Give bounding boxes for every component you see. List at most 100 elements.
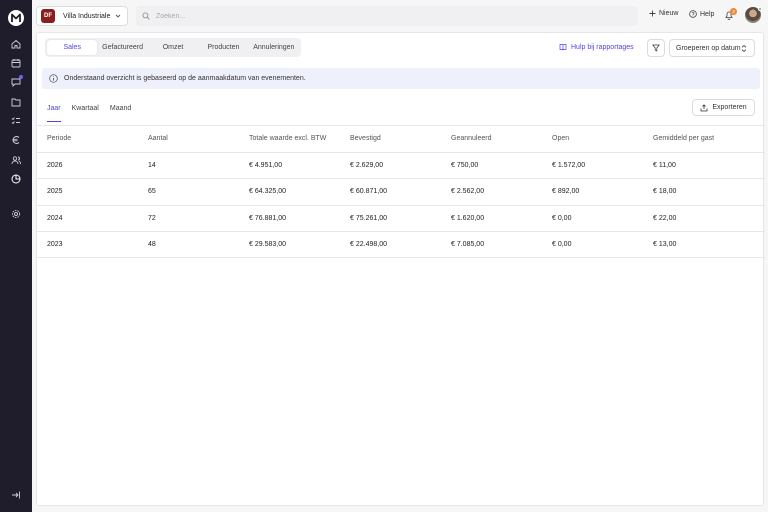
table-cell: 48: [148, 240, 156, 248]
tab-sales[interactable]: Sales: [47, 40, 98, 55]
column-header[interactable]: Open: [542, 135, 643, 142]
book-icon: [559, 44, 567, 51]
sidebar-item-finance[interactable]: [10, 134, 22, 146]
column-header[interactable]: Gemiddeld per gast: [643, 135, 744, 142]
tab-omzet[interactable]: Omzet: [148, 40, 198, 55]
table-cell: 14: [148, 161, 156, 169]
tab-maand[interactable]: Maand: [110, 105, 131, 122]
sales-table: Periode Aantal Totale waarde excl. BTW B…: [37, 125, 765, 258]
plus-icon: [649, 10, 656, 17]
search-input[interactable]: [156, 12, 556, 20]
reports-panel: Sales Gefactureerd Omzet Producten Annul…: [36, 32, 765, 506]
table-cell: 65: [148, 188, 156, 196]
table-cell: € 1.620,00: [451, 214, 485, 222]
help-icon: [689, 10, 697, 18]
export-button[interactable]: Exporteren: [692, 99, 755, 116]
tab-gefactureerd[interactable]: Gefactureerd: [97, 40, 147, 55]
logout-icon: [12, 491, 20, 499]
venue-selector[interactable]: DF Villa Industriale: [36, 6, 128, 26]
table-cell: € 60.871,00: [350, 188, 387, 196]
table-cell: € 13,00: [653, 240, 677, 248]
sidebar-item-settings[interactable]: [10, 208, 22, 220]
checklist-icon: [11, 117, 20, 125]
sidebar: [0, 0, 32, 512]
chevron-down-icon: [115, 14, 121, 18]
sidebar-item-files[interactable]: [10, 96, 22, 108]
table-cell: € 75.261,00: [350, 214, 387, 222]
info-banner: Onderstaand overzicht is gebaseerd op de…: [42, 68, 760, 89]
notification-badge: 3: [730, 8, 737, 15]
table-cell: € 22,00: [653, 214, 677, 222]
help-button-label: Help: [700, 10, 715, 18]
calendar-icon: [11, 59, 21, 68]
sidebar-item-home[interactable]: [10, 38, 22, 50]
new-button[interactable]: Nieuw: [649, 10, 678, 17]
table-cell: € 2.562,00: [451, 188, 485, 196]
tab-annuleringen[interactable]: Annuleringen: [249, 40, 299, 55]
table-cell: € 29.583,00: [249, 240, 286, 248]
tab-kwartaal[interactable]: Kwartaal: [72, 105, 99, 122]
new-button-label: Nieuw: [659, 10, 679, 17]
table-cell: € 7.085,00: [451, 240, 485, 248]
folder-icon: [11, 98, 21, 107]
table-cell: € 0,00: [552, 214, 572, 222]
settings-icon: [11, 209, 21, 219]
filter-button[interactable]: [647, 39, 665, 57]
table-header-row: Periode Aantal Totale waarde excl. BTW B…: [37, 125, 765, 152]
info-text: Onderstaand overzicht is gebaseerd op de…: [64, 75, 306, 82]
reports-help-label: Hulp bij rapportages: [571, 43, 634, 51]
table-row[interactable]: 2024 72 € 76.881,00 € 75.261,00 € 1.620,…: [37, 204, 765, 232]
chevron-updown-icon: [741, 44, 747, 53]
table-row[interactable]: 2025 65 € 64.325,00 € 60.871,00 € 2.562,…: [37, 178, 765, 205]
venue-name: Villa Industriale: [63, 12, 111, 20]
search-bar[interactable]: [136, 6, 638, 26]
group-by-select[interactable]: Groeperen op datum: [669, 39, 755, 57]
column-header[interactable]: Geannuleerd: [441, 135, 542, 142]
table-cell: € 18,00: [653, 188, 677, 196]
table-cell: € 64.325,00: [249, 188, 286, 196]
table-cell: € 892,00: [552, 188, 580, 196]
sidebar-item-contacts[interactable]: [10, 154, 22, 166]
notification-dot: [19, 75, 23, 79]
column-header[interactable]: Totale waarde excl. BTW: [239, 135, 340, 142]
online-status-dot: [758, 7, 762, 11]
table-cell: € 2.629,00: [350, 161, 384, 169]
users-icon: [11, 156, 21, 165]
home-icon: [11, 39, 21, 49]
sidebar-item-messages[interactable]: [10, 75, 23, 88]
table-cell: € 76.881,00: [249, 214, 286, 222]
tab-producten[interactable]: Producten: [198, 40, 248, 55]
table-row[interactable]: 2026 14 € 4.951,00 € 2.629,00 € 750,00 €…: [37, 151, 765, 179]
column-header[interactable]: Bevestigd: [340, 135, 441, 142]
tab-jaar[interactable]: Jaar: [47, 105, 61, 122]
period-tabs: Jaar Kwartaal Maand: [47, 105, 131, 122]
table-cell: 72: [148, 214, 156, 222]
export-button-label: Exporteren: [712, 104, 747, 111]
table-cell: 2026: [47, 161, 63, 169]
sidebar-item-tasks[interactable]: [10, 115, 22, 127]
venue-badge: DF: [41, 9, 55, 23]
table-cell: € 750,00: [451, 161, 479, 169]
group-by-value: Groeperen op datum: [676, 44, 741, 52]
logout-button[interactable]: [10, 489, 22, 501]
sidebar-item-reports[interactable]: [10, 173, 22, 185]
app-logo[interactable]: [8, 10, 24, 26]
reports-icon: [11, 174, 21, 184]
table-cell: 2024: [47, 214, 63, 222]
table-cell: 2023: [47, 240, 63, 248]
table-cell: 2025: [47, 188, 63, 196]
table-cell: € 11,00: [653, 161, 676, 169]
table-row[interactable]: 2023 48 € 29.583,00 € 22.498,00 € 7.085,…: [37, 231, 765, 258]
table-cell: € 1.572,00: [552, 161, 586, 169]
table-cell: € 22.498,00: [350, 240, 387, 248]
reports-help-link[interactable]: Hulp bij rapportages: [559, 43, 634, 51]
table-cell: € 4.951,00: [249, 161, 283, 169]
column-header[interactable]: Periode: [37, 135, 138, 142]
sidebar-item-calendar[interactable]: [10, 57, 22, 69]
column-header[interactable]: Aantal: [138, 135, 239, 142]
help-button[interactable]: Help: [689, 10, 714, 18]
logo-m-icon: [11, 13, 21, 22]
euro-icon: [12, 136, 20, 144]
filter-icon: [652, 44, 660, 52]
export-icon: [700, 103, 708, 111]
